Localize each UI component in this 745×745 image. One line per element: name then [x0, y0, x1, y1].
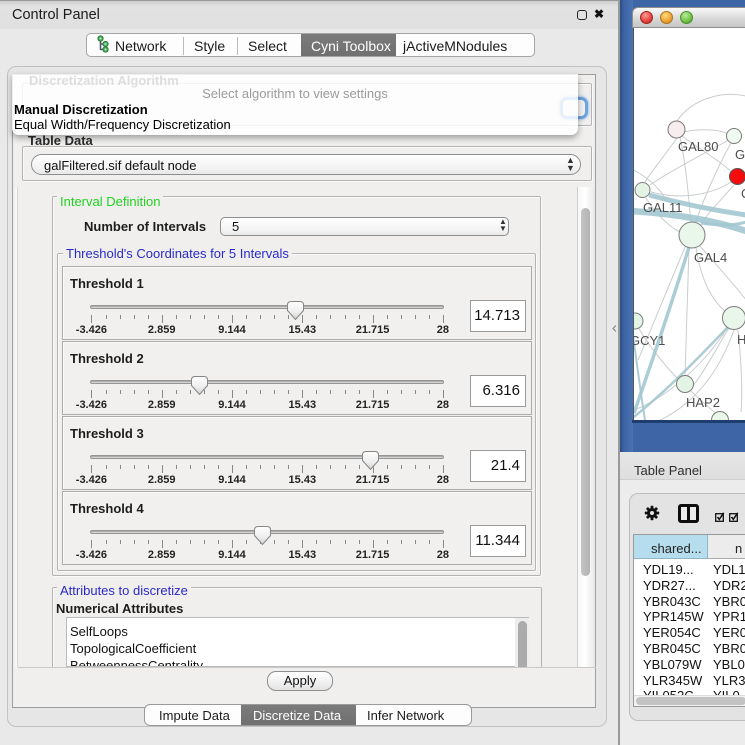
svg-text:H: H — [737, 332, 745, 347]
svg-text:GAL4: GAL4 — [694, 250, 727, 265]
svg-text:HAP2: HAP2 — [686, 395, 720, 410]
svg-text:GAL80: GAL80 — [678, 139, 718, 154]
svg-text:G.: G. — [735, 147, 745, 162]
svg-text:GCY1: GCY1 — [634, 333, 665, 348]
svg-text:C: C — [741, 186, 745, 201]
svg-text:GAL11: GAL11 — [643, 200, 683, 215]
